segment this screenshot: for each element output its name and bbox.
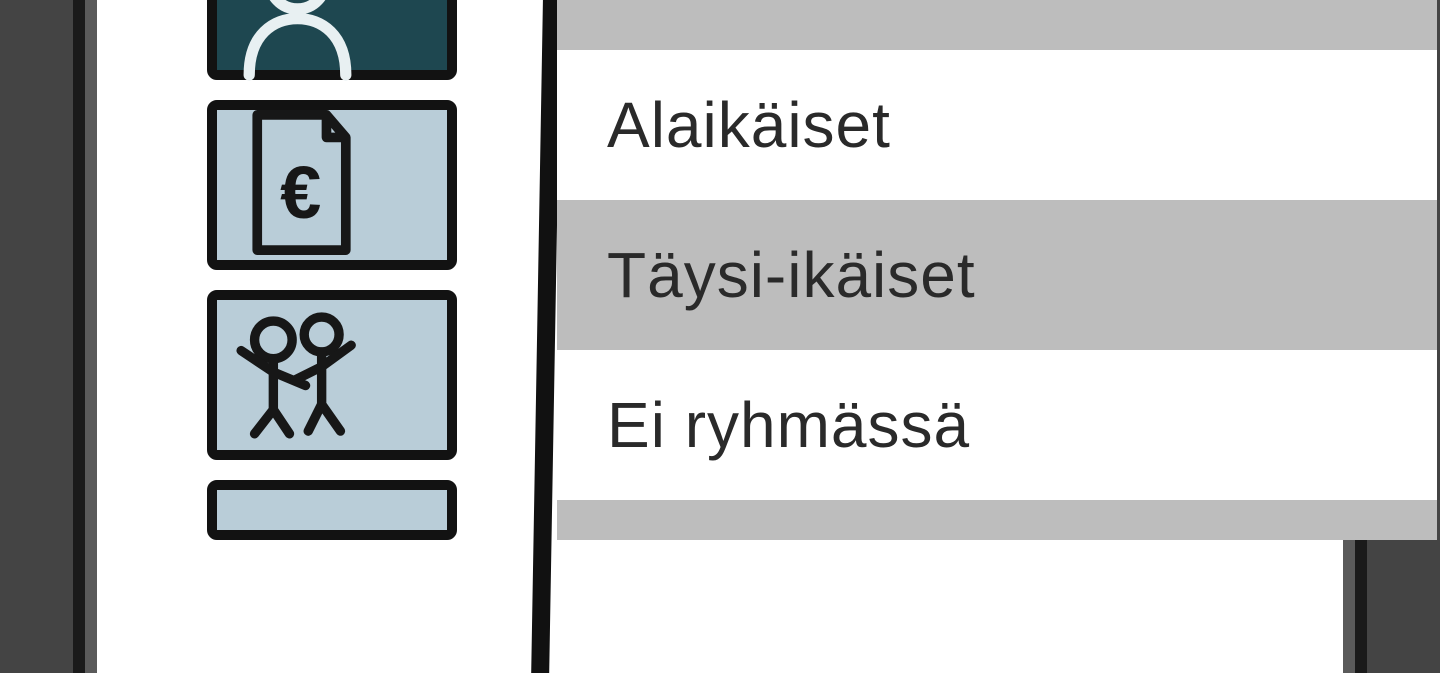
list-item-label: Ei ryhmässä — [607, 388, 970, 462]
list-item-label: Alaikäiset — [607, 88, 891, 162]
list-item[interactable]: Täysi-ikäiset — [557, 200, 1437, 350]
list-item-label: Täysi-ikäiset — [607, 238, 976, 312]
list-item[interactable]: Alaikäiset — [557, 50, 1437, 200]
svg-text:€: € — [280, 151, 321, 234]
euro-document-icon: € — [217, 102, 447, 268]
app-wireframe: € — [0, 0, 1440, 673]
people-group-icon — [217, 305, 447, 444]
content-panel: € — [97, 0, 1343, 673]
person-icon — [217, 0, 447, 88]
list-item[interactable]: Ei ryhmässä — [557, 350, 1437, 500]
sidebar-tile-partial[interactable] — [207, 480, 457, 540]
device-left-edge — [0, 0, 85, 673]
sidebar-tile-groups[interactable] — [207, 290, 457, 460]
sidebar-tile-invoice[interactable]: € — [207, 100, 457, 270]
list-item[interactable] — [557, 500, 1437, 540]
list-item[interactable]: Kaikki — [557, 0, 1437, 50]
sidebar: € — [207, 0, 507, 540]
sidebar-tile-person[interactable] — [207, 0, 457, 80]
list-item-label: Kaikki — [607, 0, 784, 2]
filter-list: Kaikki Alaikäiset Täysi-ikäiset Ei ryhmä… — [557, 0, 1437, 540]
